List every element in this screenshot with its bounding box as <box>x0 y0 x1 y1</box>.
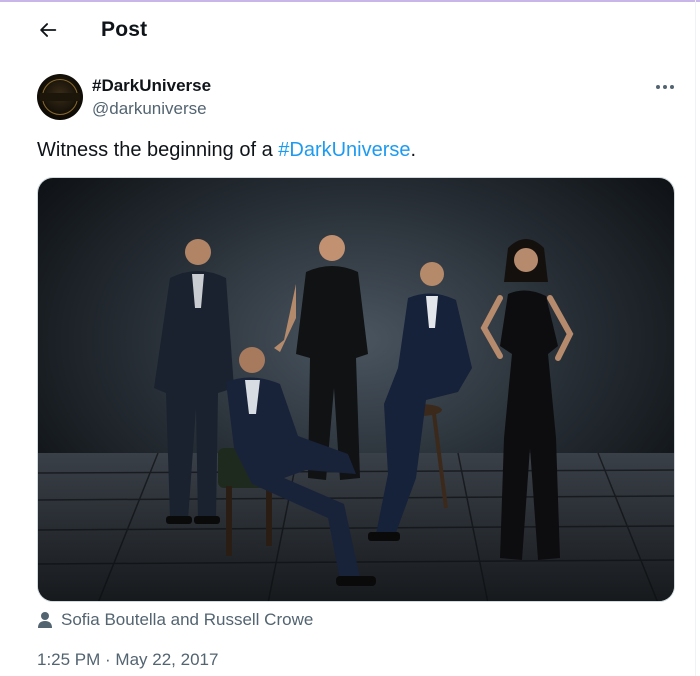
avatar[interactable] <box>37 74 83 120</box>
post-header: Post <box>0 2 695 58</box>
account-display-name[interactable]: #DarkUniverse <box>92 76 211 96</box>
column-divider <box>695 0 696 676</box>
avatar-logo-band <box>40 93 80 101</box>
account-handle[interactable]: @darkuniverse <box>92 99 207 119</box>
tweet-text: Witness the beginning of a #DarkUniverse… <box>37 138 416 162</box>
person-icon <box>38 612 52 628</box>
tagged-people-label: Sofia Boutella and Russell Crowe <box>61 610 314 629</box>
tagged-people[interactable]: Sofia Boutella and Russell Crowe <box>37 609 313 631</box>
tweet-text-body: Witness the beginning of a <box>37 139 279 161</box>
post-timestamp[interactable]: 1:25 PM · May 22, 2017 <box>37 650 218 670</box>
hashtag-link[interactable]: #DarkUniverse <box>278 139 410 161</box>
more-horizontal-icon <box>656 85 674 89</box>
tweet-text-end: . <box>410 139 417 161</box>
arrow-left-icon <box>40 23 57 37</box>
tweet-media-photo[interactable] <box>37 177 675 602</box>
more-options-button[interactable] <box>650 76 680 98</box>
group-portrait-image <box>38 178 674 601</box>
page-title: Post <box>101 18 148 41</box>
back-button[interactable] <box>30 12 66 48</box>
